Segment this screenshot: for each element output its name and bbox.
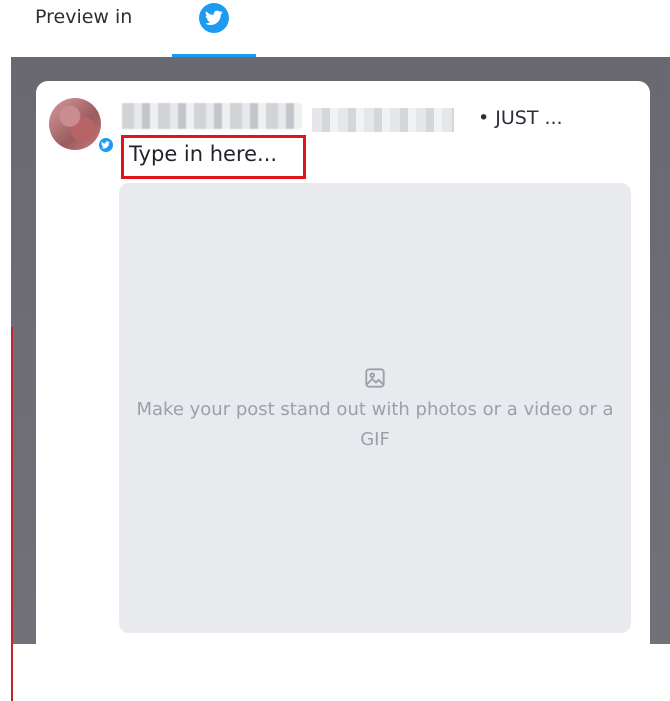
post-timestamp: • JUST ...	[478, 107, 563, 129]
selection-edge	[11, 327, 13, 701]
tweet-preview-card: • JUST ... Type in here... Make your pos…	[36, 81, 650, 661]
compose-placeholder[interactable]: Type in here...	[129, 142, 277, 166]
display-name-blurred	[122, 103, 302, 129]
handle-blurred	[312, 108, 454, 132]
twitter-badge-icon	[98, 137, 114, 153]
preview-tab-bar: Preview in	[0, 0, 670, 57]
tab-twitter[interactable]	[172, 0, 256, 57]
compose-text-field[interactable]: Type in here...	[121, 135, 306, 179]
media-prompt-text: Make your post stand out with photos or …	[136, 399, 614, 450]
image-icon	[365, 368, 385, 388]
preview-in-label: Preview in	[35, 6, 133, 28]
media-dropzone[interactable]: Make your post stand out with photos or …	[119, 183, 631, 633]
twitter-bird-icon	[199, 3, 229, 33]
avatar	[49, 98, 101, 150]
